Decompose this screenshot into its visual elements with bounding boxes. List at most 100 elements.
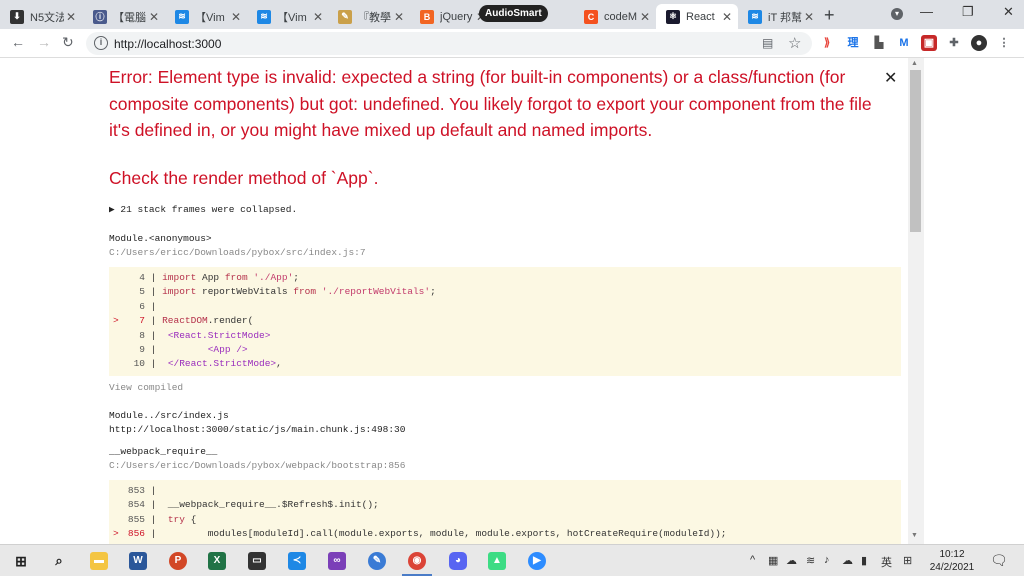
notepad-icon[interactable]: ✎ bbox=[368, 552, 386, 570]
tab-favicon-icon: ⬇ bbox=[10, 9, 24, 24]
tab-close-icon[interactable]: ✕ bbox=[313, 10, 323, 24]
system-clock[interactable]: 10:12 24/2/2021 bbox=[920, 548, 984, 574]
tab-close-icon[interactable]: ✕ bbox=[66, 10, 76, 24]
stack-frame-path[interactable]: C:/Users/ericc/Downloads/pybox/webpack/b… bbox=[109, 460, 405, 471]
browser-tab[interactable]: ≋ 【Vim ✕ bbox=[247, 4, 329, 29]
collapsed-frames-toggle[interactable]: ▶ 21 stack frames were collapsed. bbox=[109, 204, 297, 215]
line-number: 4 bbox=[139, 272, 145, 283]
tab-title: codeM bbox=[604, 10, 638, 23]
tab-favicon-icon: ⓘ bbox=[93, 9, 107, 24]
cloud-upload-icon[interactable]: ☁ bbox=[842, 554, 853, 567]
browser-tab[interactable]: CcodeM ✕ bbox=[574, 4, 656, 29]
ime-icon[interactable]: ⊞ bbox=[903, 554, 912, 567]
dictionary-icon[interactable]: 理 bbox=[845, 35, 861, 51]
code-snippet: 4 | import App from './App'; 5 | import r… bbox=[109, 267, 901, 376]
volume-icon[interactable]: ♪ bbox=[824, 554, 830, 566]
browser-tab[interactable]: ⓘ 【電腦 ✕ bbox=[83, 4, 165, 29]
stack-frame-path[interactable]: http://localhost:3000/static/js/main.chu… bbox=[109, 424, 405, 435]
tab-favicon-icon: ✎ bbox=[338, 9, 352, 24]
arrow-extension-icon[interactable]: ⟫ bbox=[819, 35, 835, 51]
tray-overflow-icon[interactable]: ^ bbox=[750, 554, 755, 566]
powerpoint-icon[interactable]: P bbox=[169, 552, 187, 570]
line-number: 855 bbox=[127, 513, 145, 525]
tab-favicon-icon: ≋ bbox=[748, 9, 762, 24]
tab-favicon-icon: B bbox=[420, 9, 434, 24]
bookmark-star-icon[interactable]: ☆ bbox=[788, 34, 801, 52]
audiosmart-badge[interactable]: AudioSmart bbox=[479, 5, 548, 22]
info-icon[interactable]: i bbox=[94, 36, 108, 50]
reload-icon[interactable]: ↻ bbox=[62, 34, 74, 51]
restore-icon[interactable]: ❐ bbox=[962, 4, 974, 20]
more-menu-icon[interactable]: ⋮ bbox=[996, 35, 1012, 51]
input-language[interactable]: 英 bbox=[881, 554, 892, 570]
wifi-icon[interactable]: ≋ bbox=[806, 554, 815, 567]
tab-favicon-icon: ≋ bbox=[257, 9, 271, 24]
stack-frame-name: Module../src/index.js bbox=[109, 410, 229, 421]
onedrive-icon[interactable]: ☁ bbox=[786, 554, 797, 567]
code-line: 4 | import App from './App'; bbox=[109, 272, 901, 286]
tab-title: jQuery bbox=[440, 10, 473, 23]
windows-start-icon[interactable]: ⊞ bbox=[12, 552, 30, 570]
tab-close-icon[interactable]: ✕ bbox=[640, 10, 650, 24]
word-icon[interactable]: W bbox=[129, 552, 147, 570]
file-explorer-icon[interactable]: ▬ bbox=[90, 552, 108, 570]
puzzle-icon[interactable]: ✚ bbox=[946, 35, 962, 51]
scrollbar-thumb[interactable] bbox=[910, 70, 921, 232]
browser-tab[interactable]: ⬇ N5文法 ✕ bbox=[0, 4, 82, 29]
new-tab-button[interactable]: + bbox=[824, 5, 835, 26]
code-line: 10 | </React.StrictMode>, bbox=[109, 358, 901, 372]
clock-time: 10:12 bbox=[939, 549, 965, 560]
forward-arrow-icon[interactable]: → bbox=[37, 34, 51, 50]
tab-close-icon[interactable]: ✕ bbox=[231, 10, 241, 24]
translate-icon[interactable]: ▤ bbox=[762, 36, 773, 50]
stack-frame-path[interactable]: C:/Users/ericc/Downloads/pybox/src/index… bbox=[109, 247, 366, 258]
error-overlay: Error: Element type is invalid: expected… bbox=[0, 58, 908, 544]
search-icon[interactable]: ⌕ bbox=[50, 552, 68, 570]
code-line: >856 | modules[moduleId].call(module.exp… bbox=[113, 528, 727, 540]
view-compiled-link[interactable]: View compiled bbox=[109, 382, 183, 393]
tab-close-icon[interactable]: ✕ bbox=[149, 10, 159, 24]
minimize-icon[interactable]: — bbox=[920, 4, 933, 19]
visual-studio-icon[interactable]: ∞ bbox=[328, 552, 346, 570]
tab-title: 【Vim bbox=[277, 11, 307, 24]
code-text: import reportWebVitals from './reportWeb… bbox=[162, 286, 436, 298]
url-text[interactable]: http://localhost:3000 bbox=[114, 37, 221, 51]
m-icon[interactable]: M bbox=[896, 35, 912, 51]
code-text: <App /> bbox=[207, 343, 248, 355]
red-square-icon[interactable]: ▣ bbox=[921, 35, 937, 51]
line-number: 853 bbox=[127, 485, 145, 496]
code-snippet: 853 | 854 | __webpack_require__.$Refresh… bbox=[109, 480, 901, 544]
scroll-up-arrow-icon[interactable]: ▲ bbox=[911, 60, 918, 67]
tab-close-icon[interactable]: ✕ bbox=[722, 10, 732, 24]
scroll-down-arrow-icon[interactable]: ▼ bbox=[911, 532, 918, 539]
browser-toolbar: ← → ↻ i http://localhost:3000 ▤ ☆ ⟫ 理 ▙ … bbox=[0, 29, 1024, 58]
code-line: 853 | bbox=[109, 485, 901, 499]
line-number: 6 bbox=[139, 300, 145, 312]
notification-center-icon[interactable]: 🗨 bbox=[990, 552, 1008, 569]
car-icon[interactable]: ▙ bbox=[871, 35, 887, 51]
excel-icon[interactable]: X bbox=[208, 552, 226, 570]
overlay-close-icon[interactable]: ✕ bbox=[884, 68, 897, 88]
code-line: 5 | import reportWebVitals from './repor… bbox=[109, 286, 901, 300]
error-title: Error: Element type is invalid: expected… bbox=[109, 67, 872, 140]
profile-avatar-icon[interactable]: ● bbox=[971, 35, 987, 51]
discord-icon[interactable]: ◕ bbox=[449, 552, 467, 570]
android-icon[interactable]: ▲ bbox=[488, 552, 506, 570]
browser-tab[interactable]: ≋ 【Vim ✕ bbox=[165, 4, 247, 29]
address-bar[interactable]: i http://localhost:3000 ▤ ☆ bbox=[86, 32, 812, 55]
tab-close-icon[interactable]: ✕ bbox=[394, 10, 404, 24]
chrome-icon[interactable]: ◉ bbox=[408, 552, 426, 570]
battery-icon[interactable]: ▮ bbox=[861, 554, 867, 567]
back-arrow-icon[interactable]: ← bbox=[11, 34, 25, 50]
browser-tab[interactable]: ✎ 『教學 ✕ bbox=[328, 4, 410, 29]
browser-tab[interactable]: ⚛ React ✕ bbox=[656, 4, 738, 29]
browser-tab[interactable]: ≋ iT 邦幫 ✕ bbox=[738, 4, 820, 29]
code-text: <React.StrictMode> bbox=[167, 329, 271, 341]
terminal-icon[interactable]: ▭ bbox=[248, 552, 266, 570]
tab-close-icon[interactable]: ✕ bbox=[804, 10, 814, 24]
window-close-icon[interactable]: ✕ bbox=[1003, 4, 1014, 20]
vscode-icon[interactable]: ≺ bbox=[288, 552, 306, 570]
tray-app-icon[interactable]: ▦ bbox=[768, 554, 778, 567]
zoom-icon[interactable]: ▶ bbox=[528, 552, 546, 570]
tab-search-icon[interactable]: ▾ bbox=[891, 8, 903, 20]
